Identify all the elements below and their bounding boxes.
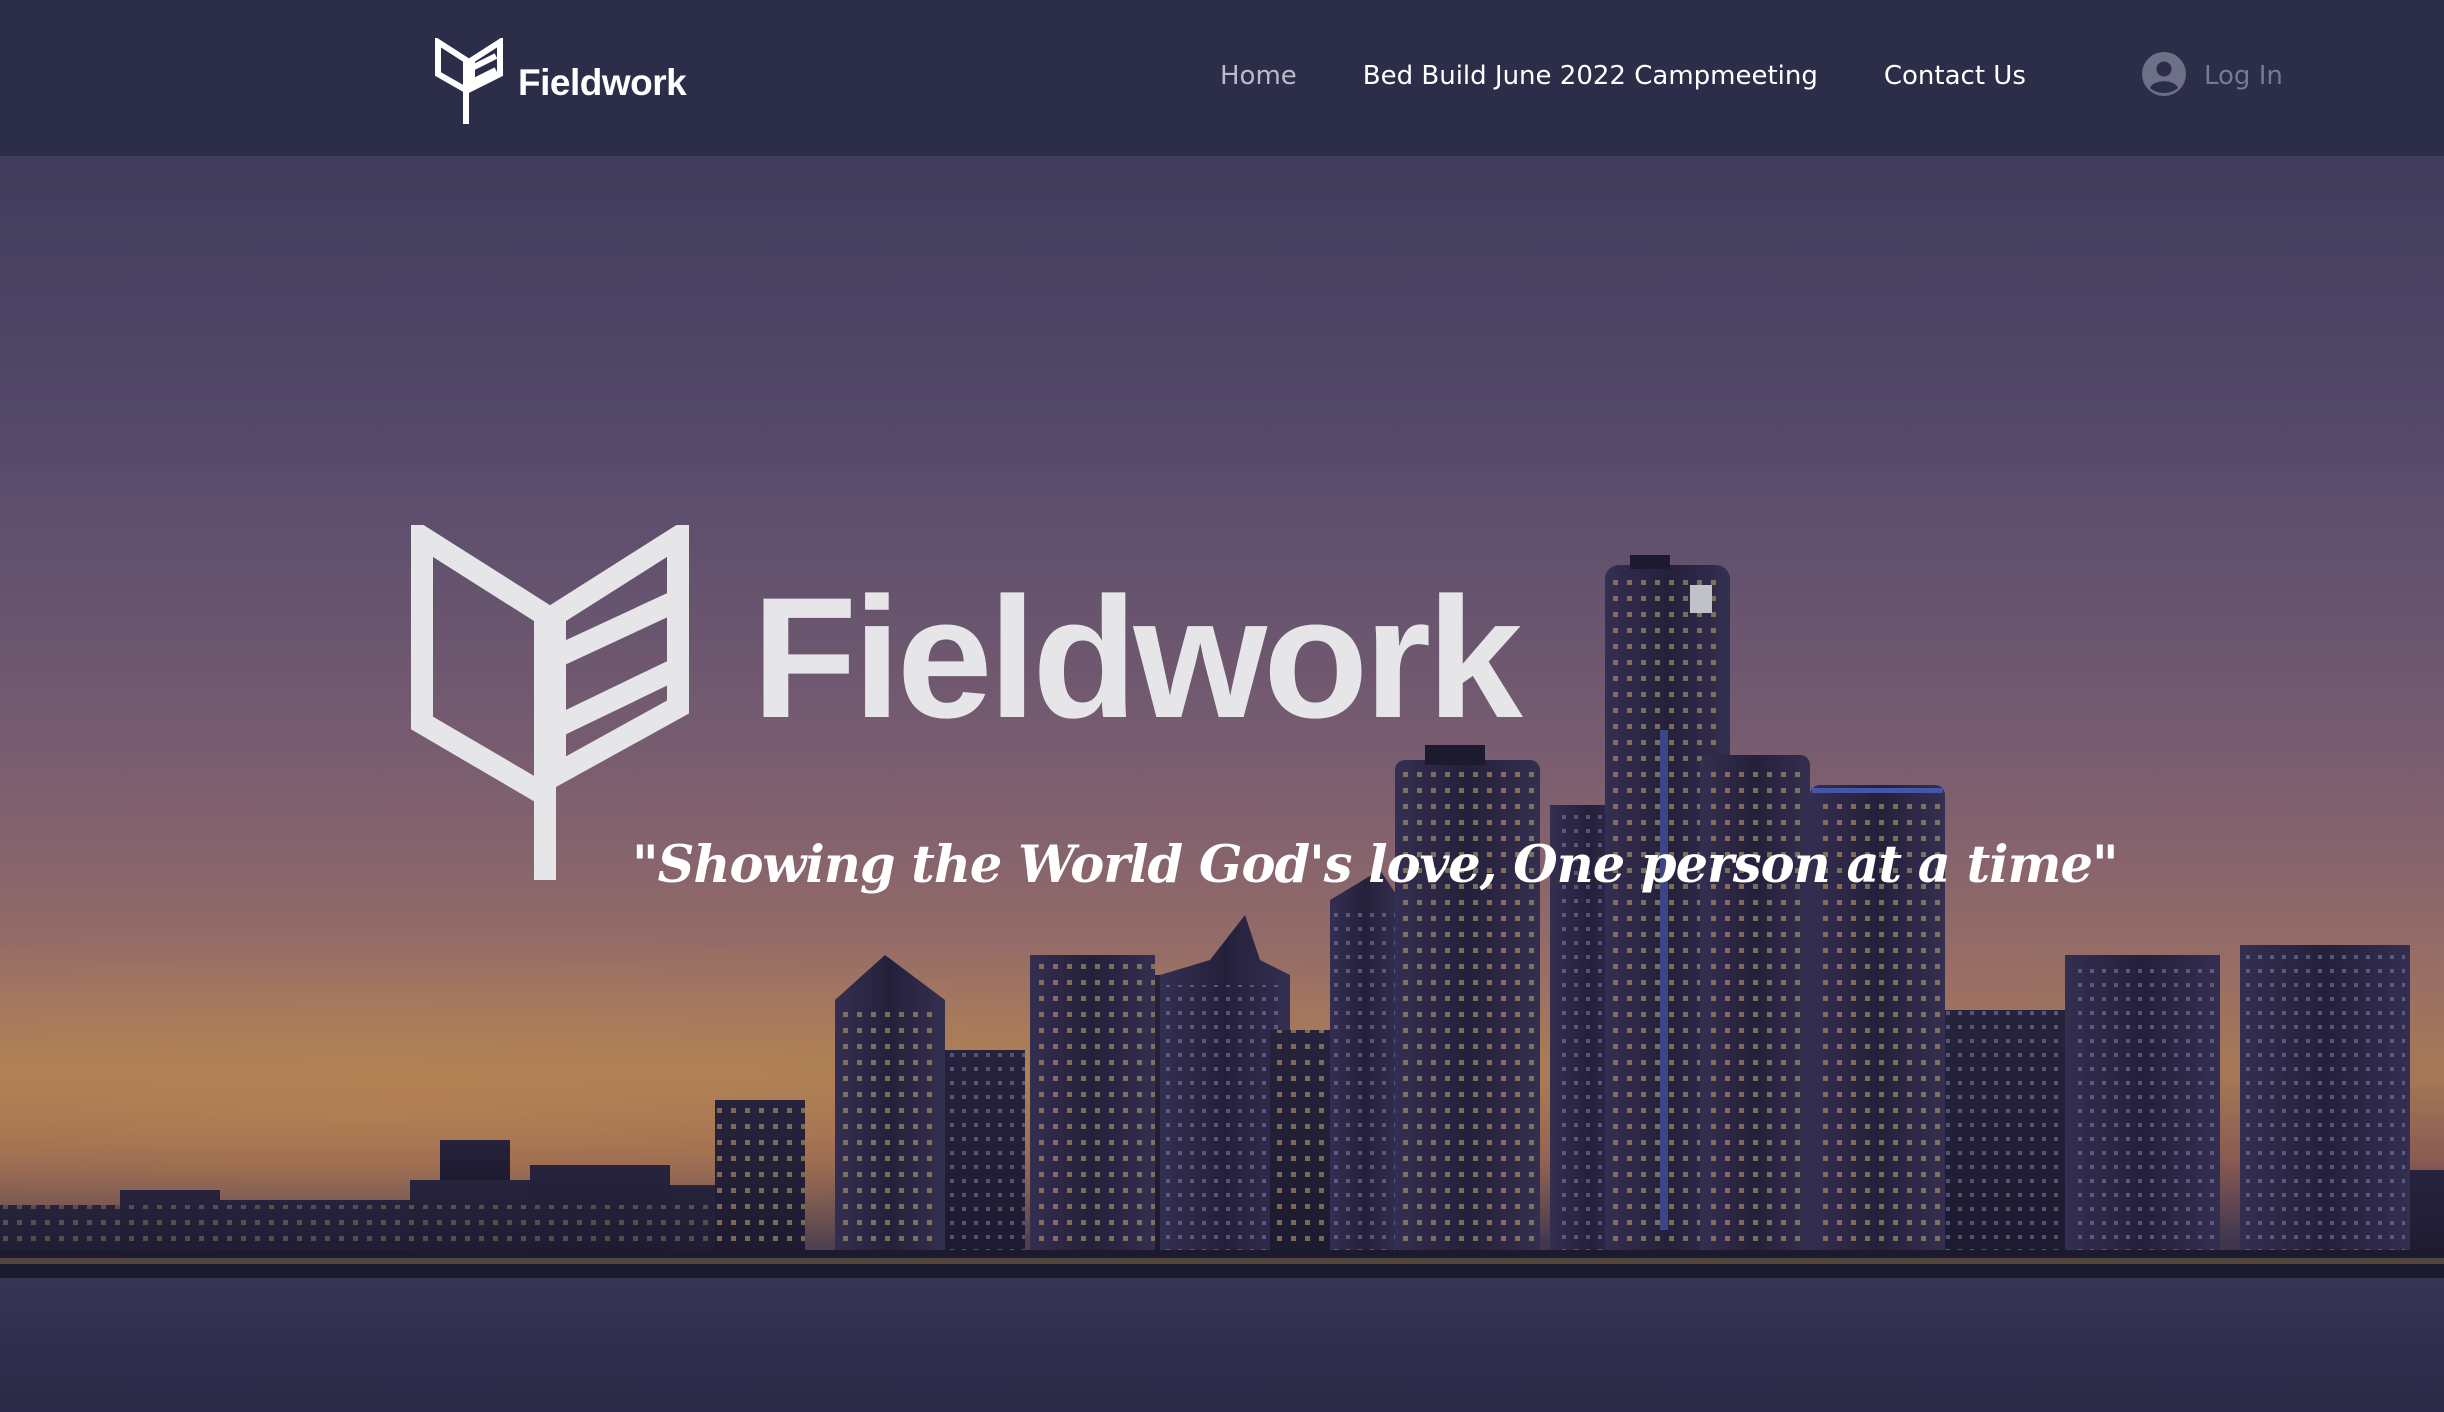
login-button[interactable]: Log In — [2142, 51, 2283, 101]
site-logo-text: Fieldwork — [518, 62, 687, 103]
fieldwork-book-icon — [434, 38, 504, 128]
main-navigation: Home Bed Build June 2022 Campmeeting Con… — [1220, 50, 2026, 102]
site-logo-link[interactable]: Fieldwork — [434, 38, 687, 128]
nav-item-bed-build[interactable]: Bed Build June 2022 Campmeeting — [1363, 61, 1818, 91]
nav-item-home[interactable]: Home — [1220, 61, 1297, 91]
page: Fieldwork Home Bed Build June 2022 Campm… — [0, 0, 2444, 1412]
login-label: Log In — [2204, 61, 2283, 91]
site-header: Fieldwork Home Bed Build June 2022 Campm… — [0, 0, 2444, 156]
nav-item-contact-us[interactable]: Contact Us — [1884, 61, 2026, 91]
hero-wordmark: Fieldwork — [752, 562, 1523, 754]
hero-tagline: "Showing the World God's love, One perso… — [632, 835, 2119, 895]
user-avatar-icon — [2142, 51, 2186, 101]
